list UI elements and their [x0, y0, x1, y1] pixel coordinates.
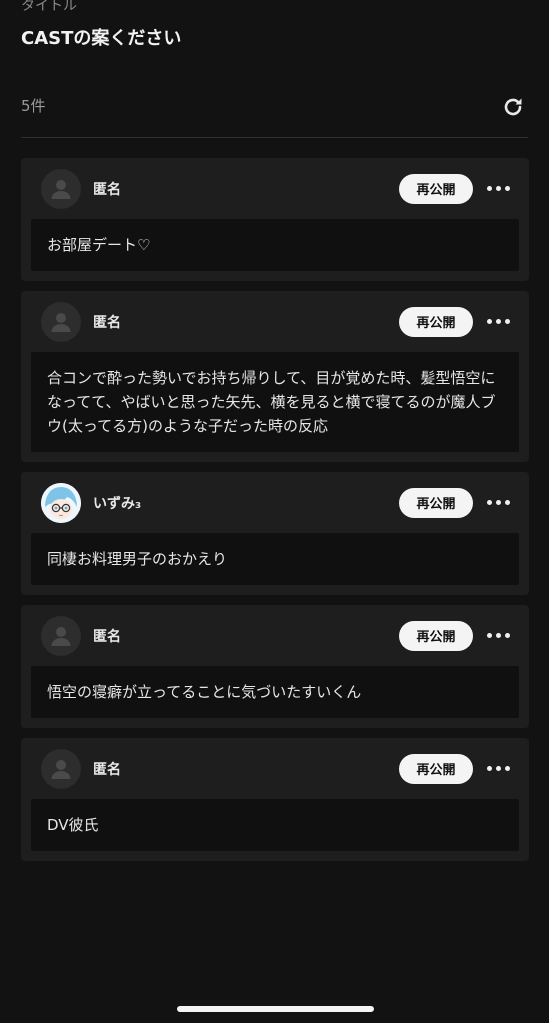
avatar[interactable]: [41, 301, 81, 342]
republish-button[interactable]: 再公開: [399, 173, 473, 204]
avatar[interactable]: [41, 168, 81, 209]
more-icon[interactable]: [473, 488, 523, 518]
post-list: 匿名 再公開 お部屋デート♡ 匿名 再公開 合コンで酔った勢いでお持ち帰りして、…: [21, 158, 529, 871]
username: いずみ₃: [93, 495, 142, 512]
republish-button[interactable]: 再公開: [399, 753, 473, 784]
republish-button[interactable]: 再公開: [399, 306, 473, 337]
post-text: 悟空の寝癖が立ってることに気づいたすいくん: [31, 666, 519, 718]
username: 匿名: [93, 761, 121, 778]
default-user-icon: [51, 312, 71, 332]
anime-avatar: [41, 482, 81, 523]
post-card-2: 匿名 再公開 合コンで酔った勢いでお持ち帰りして、目が覚めた時、髪型悟空になって…: [21, 291, 529, 462]
post-card-3: いずみ₃ 再公開 同棲お料理男子のおかえり: [21, 472, 529, 595]
post-card-5: 匿名 再公開 DV彼氏: [21, 738, 529, 861]
default-user-icon: [51, 179, 71, 199]
post-text: 合コンで酔った勢いでお持ち帰りして、目が覚めた時、髪型悟空になってて、やばいと思…: [31, 352, 519, 452]
avatar[interactable]: [41, 615, 81, 656]
more-icon[interactable]: [473, 174, 523, 204]
top-label: タイトル: [21, 0, 77, 14]
card-header: 匿名 再公開: [31, 615, 519, 656]
card-header: 匿名 再公開: [31, 748, 519, 789]
more-icon[interactable]: [473, 621, 523, 651]
post-text: 同棲お料理男子のおかえり: [31, 533, 519, 585]
avatar[interactable]: [41, 748, 81, 789]
avatar[interactable]: [41, 482, 81, 523]
more-icon[interactable]: [473, 754, 523, 784]
post-text: DV彼氏: [31, 799, 519, 851]
card-header: いずみ₃ 再公開: [31, 482, 519, 523]
more-icon[interactable]: [473, 307, 523, 337]
page-title: CASTの案ください: [21, 28, 182, 49]
refresh-icon[interactable]: [500, 94, 526, 120]
republish-button[interactable]: 再公開: [399, 487, 473, 518]
card-header: 匿名 再公開: [31, 301, 519, 342]
page: タイトル CASTの案ください 5件 匿名 再公開 お部屋デート♡ 匿名 再公開: [0, 0, 549, 1023]
username: 匿名: [93, 314, 121, 331]
default-user-icon: [51, 626, 71, 646]
republish-button[interactable]: 再公開: [399, 620, 473, 651]
item-count: 5件: [21, 97, 46, 115]
card-header: 匿名 再公開: [31, 168, 519, 209]
post-card-1: 匿名 再公開 お部屋デート♡: [21, 158, 529, 281]
home-indicator: [177, 1006, 374, 1012]
post-card-4: 匿名 再公開 悟空の寝癖が立ってることに気づいたすいくん: [21, 605, 529, 728]
post-text: お部屋デート♡: [31, 219, 519, 271]
default-user-icon: [51, 759, 71, 779]
username: 匿名: [93, 628, 121, 645]
divider: [21, 137, 528, 138]
username: 匿名: [93, 181, 121, 198]
